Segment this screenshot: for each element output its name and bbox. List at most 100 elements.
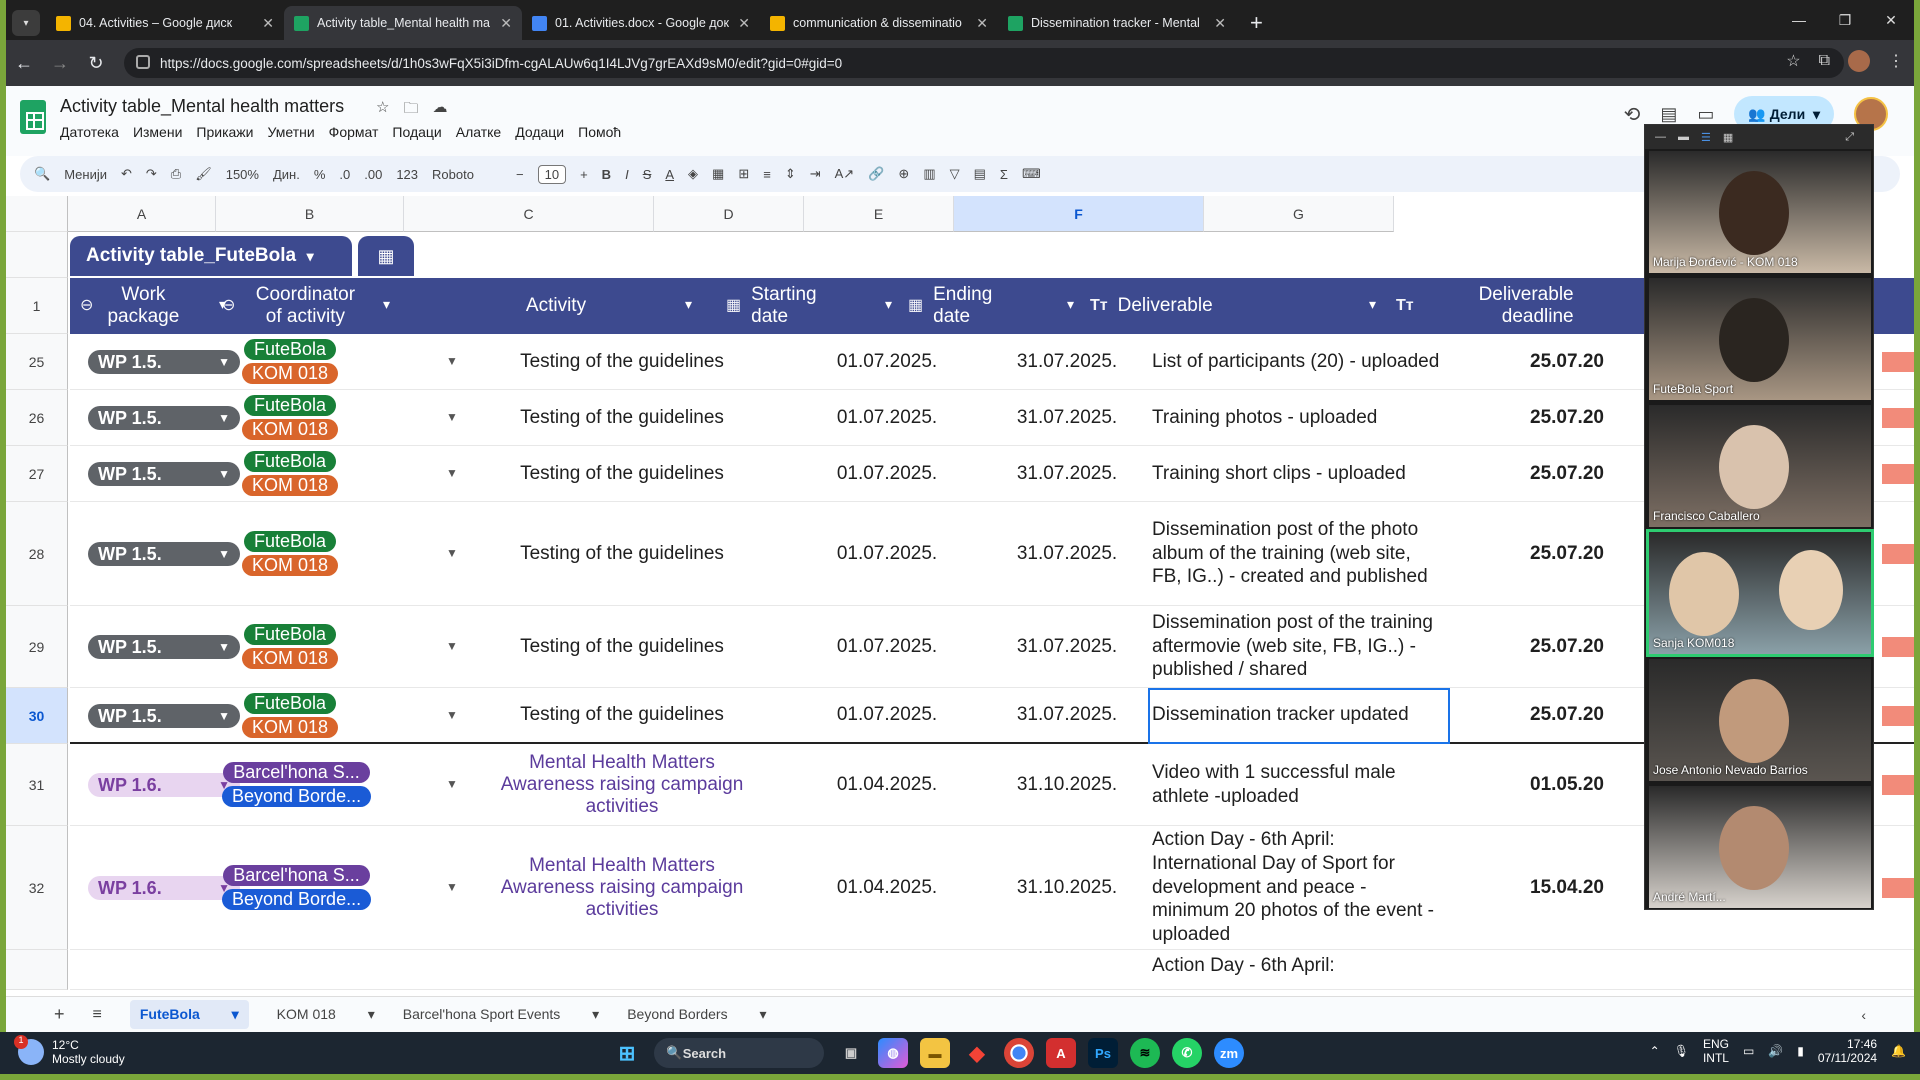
row-header[interactable]: 27 bbox=[6, 446, 68, 502]
deliverable-cell[interactable]: Action Day - 6th April: International Da… bbox=[1152, 826, 1442, 949]
input-tools-icon[interactable]: ⌨ bbox=[1022, 166, 1041, 182]
chevron-down-icon[interactable]: ▼ bbox=[446, 777, 458, 791]
close-window-icon[interactable]: ✕ bbox=[1868, 0, 1914, 40]
coordinator-chips[interactable]: FuteBola KOM 018 bbox=[242, 339, 339, 384]
chevron-down-icon[interactable]: ▼ bbox=[446, 639, 458, 653]
strip-view-icon[interactable]: ☰ bbox=[1701, 131, 1711, 144]
cloud-status-icon[interactable]: ☁ bbox=[432, 98, 447, 123]
copilot-icon[interactable]: ◍ bbox=[878, 1038, 908, 1068]
column-header-d[interactable]: D bbox=[654, 196, 804, 232]
chevron-down-icon[interactable]: ▼ bbox=[446, 880, 458, 894]
chevron-down-icon[interactable]: ▼ bbox=[218, 547, 230, 561]
row-header[interactable]: 25 bbox=[6, 334, 68, 390]
text-rotate-icon[interactable]: A↗ bbox=[835, 166, 855, 182]
chevron-down-icon[interactable]: ▼ bbox=[218, 640, 230, 654]
activity-cell[interactable]: Testing of the guidelines bbox=[482, 334, 762, 389]
volume-icon[interactable]: 🔊 bbox=[1768, 1044, 1783, 1058]
browser-tab[interactable]: communication & disseminatio ✕ bbox=[760, 6, 998, 40]
row-header-1[interactable]: 1 bbox=[6, 278, 68, 334]
language-indicator[interactable]: ENG INTL bbox=[1703, 1037, 1729, 1066]
coordinator-chips[interactable]: FuteBola KOM 018 bbox=[242, 693, 339, 738]
bold-icon[interactable]: B bbox=[602, 167, 611, 182]
row-header[interactable]: 28 bbox=[6, 502, 68, 606]
browser-tab[interactable]: Dissemination tracker - Mental ✕ bbox=[998, 6, 1236, 40]
ending-date-cell[interactable]: 31.07.2025. bbox=[992, 334, 1142, 389]
chevron-down-icon[interactable]: ▾ bbox=[685, 296, 692, 312]
notification-bell-icon[interactable]: 🔔 bbox=[1891, 1044, 1906, 1058]
deadline-cell[interactable]: 25.07.20 bbox=[1530, 446, 1604, 501]
undo-icon[interactable]: ↶ bbox=[121, 166, 132, 182]
redo-icon[interactable]: ↷ bbox=[146, 166, 157, 182]
column-header-a[interactable]: A bbox=[68, 196, 216, 232]
coordinator-chips[interactable]: FuteBola KOM 018 bbox=[242, 531, 339, 576]
borders-icon[interactable]: ▦ bbox=[712, 166, 724, 182]
starting-date-cell[interactable]: 01.07.2025. bbox=[812, 502, 962, 605]
close-tab-icon[interactable]: ✕ bbox=[976, 15, 988, 32]
bookmark-star-icon[interactable]: ☆ bbox=[1786, 51, 1800, 71]
speaker-view-icon[interactable]: ▬ bbox=[1678, 131, 1689, 143]
column-header-g[interactable]: G bbox=[1204, 196, 1394, 232]
deliverable-cell[interactable]: Video with 1 successful male athlete -up… bbox=[1152, 744, 1442, 825]
activity-cell[interactable]: Mental Health Matters Awareness raising … bbox=[482, 744, 762, 825]
font-select[interactable]: Roboto bbox=[432, 167, 502, 182]
close-tab-icon[interactable]: ✕ bbox=[1214, 15, 1226, 32]
chevron-down-icon[interactable]: ▾ bbox=[885, 296, 892, 312]
restore-icon[interactable]: ❐ bbox=[1822, 0, 1868, 40]
coordinator-chips[interactable]: FuteBola KOM 018 bbox=[242, 451, 339, 496]
activity-cell[interactable]: Testing of the guidelines bbox=[482, 390, 762, 445]
row-header[interactable] bbox=[6, 950, 68, 990]
more-formats-button[interactable]: 123 bbox=[396, 167, 418, 182]
starting-date-cell[interactable]: 01.07.2025. bbox=[812, 606, 962, 687]
sheet-tab[interactable]: FuteBola ▾ bbox=[129, 1000, 249, 1029]
align-vertical-icon[interactable]: ⇕ bbox=[785, 166, 796, 182]
column-header-c[interactable]: C bbox=[404, 196, 654, 232]
print-icon[interactable]: ⎙ bbox=[171, 166, 181, 182]
minimize-icon[interactable]: — bbox=[1655, 131, 1666, 143]
table-view-icon[interactable]: ▦ bbox=[358, 236, 414, 276]
row-header[interactable]: 29 bbox=[6, 606, 68, 688]
participant-video[interactable]: Sanja KOM018 bbox=[1646, 529, 1874, 657]
start-icon[interactable]: ⊞ bbox=[612, 1038, 642, 1068]
starting-date-cell[interactable]: 01.07.2025. bbox=[812, 334, 962, 389]
ending-date-cell[interactable]: 31.07.2025. bbox=[992, 502, 1142, 605]
chevron-down-icon[interactable]: ▼ bbox=[218, 467, 230, 481]
participant-video[interactable]: Jose Antonio Nevado Barrios bbox=[1649, 659, 1871, 781]
chevron-down-icon[interactable]: ▾ bbox=[383, 296, 390, 312]
browser-tab[interactable]: 01. Activities.docx - Google док ✕ bbox=[522, 6, 760, 40]
deliverable-cell[interactable]: Action Day - 6th April: bbox=[1152, 950, 1442, 989]
chevron-down-icon[interactable]: ▼ bbox=[446, 466, 458, 480]
browser-tab[interactable]: Activity table_Mental health ma ✕ bbox=[284, 6, 522, 40]
sheet-tab[interactable]: Barcel'hona Sport Events ▾ bbox=[403, 1006, 599, 1023]
comments-icon[interactable]: ▤ bbox=[1660, 104, 1677, 125]
back-icon[interactable]: ← bbox=[6, 53, 42, 74]
align-horizontal-icon[interactable]: ≡ bbox=[763, 167, 771, 182]
chevron-down-icon[interactable]: ▼ bbox=[446, 354, 458, 368]
activity-cell[interactable]: Testing of the guidelines bbox=[482, 446, 762, 501]
font-size-input[interactable]: 10 bbox=[537, 164, 567, 184]
deliverable-cell[interactable]: Dissemination post of the photo album of… bbox=[1152, 502, 1442, 605]
tab-list-button[interactable]: ▾ bbox=[12, 10, 40, 36]
starting-date-cell[interactable]: 01.07.2025. bbox=[812, 390, 962, 445]
deadline-cell[interactable]: 25.07.20 bbox=[1530, 390, 1604, 445]
photoshop-icon[interactable]: Ps bbox=[1088, 1038, 1118, 1068]
close-tab-icon[interactable]: ✕ bbox=[500, 15, 512, 32]
ending-date-cell[interactable]: 31.07.2025. bbox=[992, 688, 1142, 742]
row-header[interactable]: 32 bbox=[6, 826, 68, 950]
version-history-icon[interactable]: ⟲ bbox=[1624, 102, 1641, 127]
clock[interactable]: 17:46 07/11/2024 bbox=[1818, 1037, 1877, 1066]
percent-format-button[interactable]: % bbox=[314, 167, 326, 182]
work-package-chip[interactable]: WP 1.5. ▼ bbox=[88, 542, 240, 566]
text-wrap-icon[interactable]: ⇥ bbox=[810, 166, 821, 182]
document-title[interactable]: Activity table_Mental health matters bbox=[60, 96, 344, 117]
acrobat-icon[interactable]: A bbox=[1046, 1038, 1076, 1068]
menu-item[interactable]: Алатке bbox=[456, 124, 501, 140]
activity-cell[interactable]: Mental Health Matters Awareness raising … bbox=[482, 826, 762, 949]
deadline-cell[interactable]: 25.07.20 bbox=[1530, 688, 1604, 742]
all-sheets-icon[interactable]: ≡ bbox=[93, 1006, 102, 1024]
deadline-cell[interactable]: 25.07.20 bbox=[1530, 334, 1604, 389]
starting-date-cell[interactable]: 01.07.2025. bbox=[812, 688, 962, 742]
activity-cell[interactable] bbox=[482, 950, 762, 989]
deadline-cell[interactable]: 01.05.20 bbox=[1530, 744, 1604, 825]
site-info-icon[interactable] bbox=[136, 55, 150, 69]
chevron-down-icon[interactable]: ▼ bbox=[218, 411, 230, 425]
